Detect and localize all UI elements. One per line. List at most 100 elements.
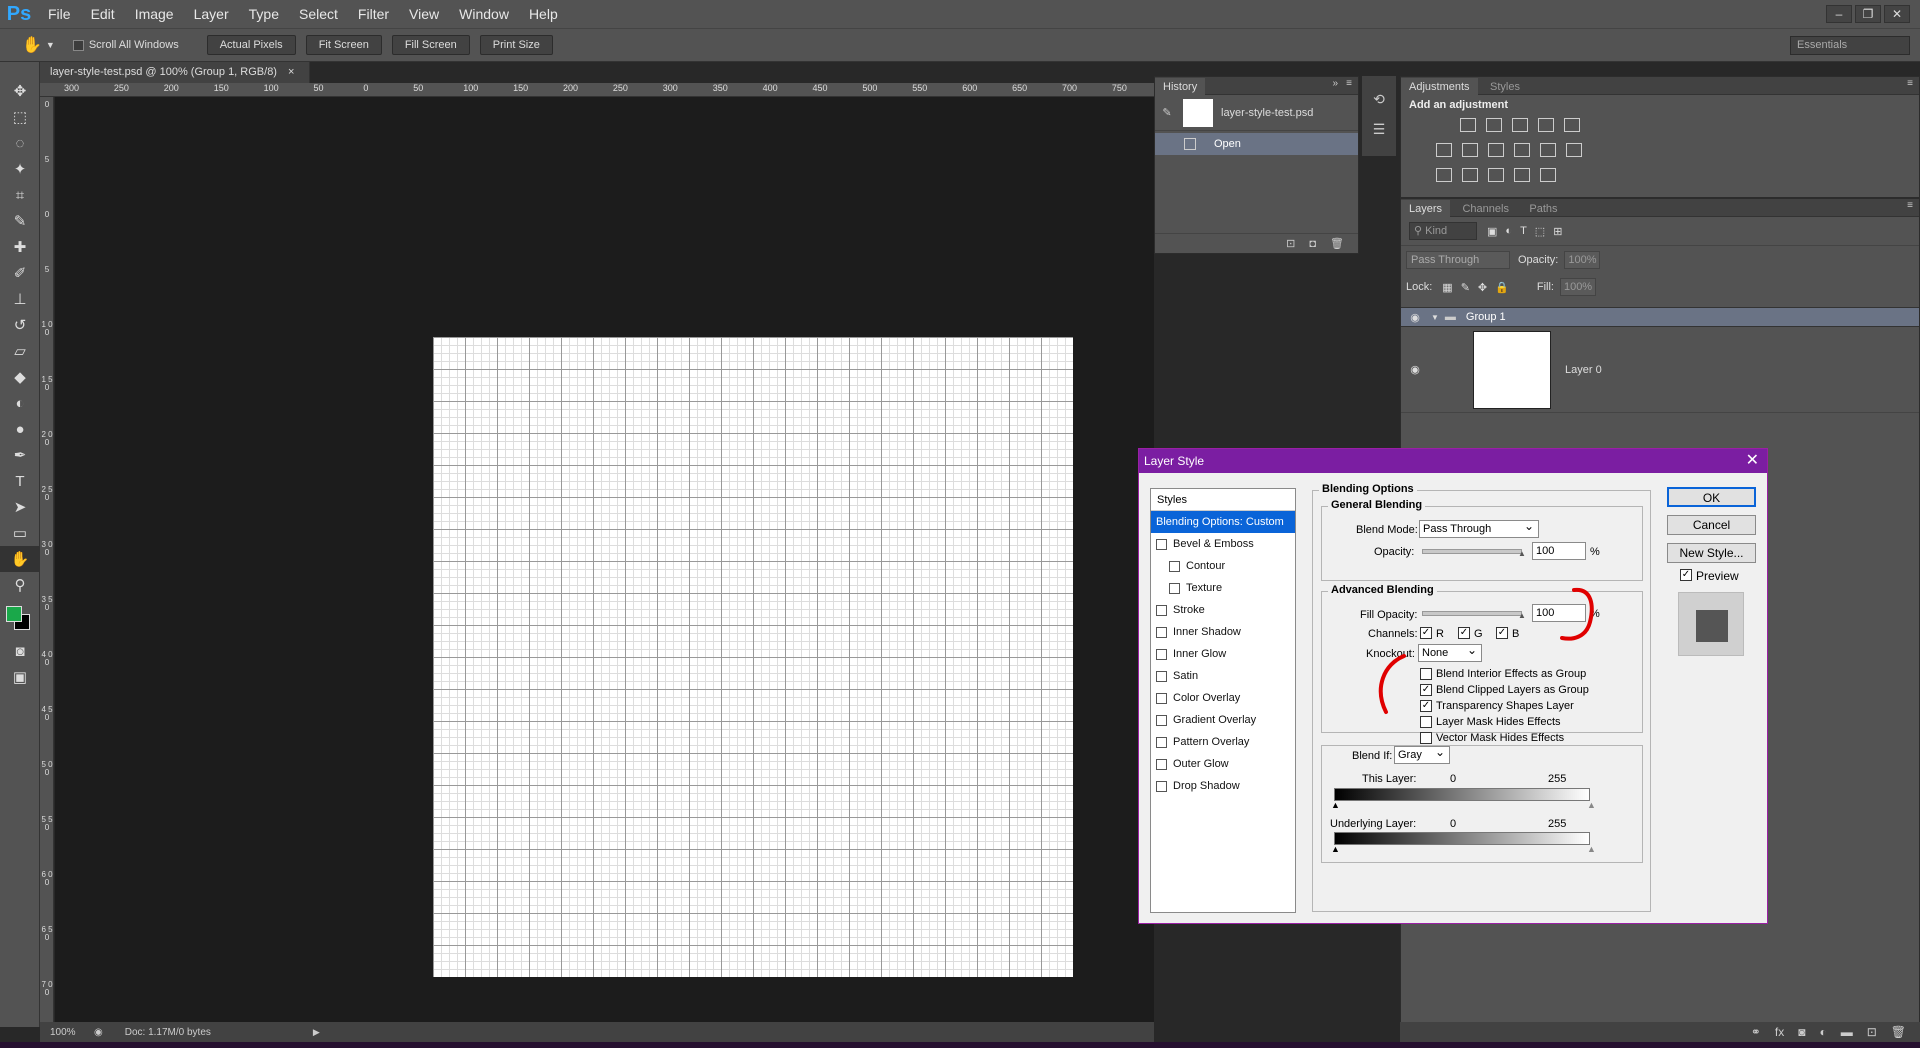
layer-blend-mode-select[interactable]: Pass Through (1406, 250, 1510, 269)
this-layer-gradient[interactable] (1334, 788, 1590, 801)
style-item-drop-shadow[interactable]: Drop Shadow (1151, 775, 1295, 797)
hand-tool-icon[interactable]: ✋ (0, 546, 40, 572)
option-checkbox[interactable] (1420, 668, 1432, 680)
path-selection-tool-icon[interactable]: ➤ (0, 494, 40, 520)
menu-type[interactable]: Type (239, 0, 289, 28)
eyedropper-tool-icon[interactable]: ✎ (0, 208, 40, 234)
marquee-tool-icon[interactable]: ⬚ (0, 104, 40, 130)
layer-row-group[interactable]: ◉ ▼ ▬ Group 1 (1401, 307, 1919, 327)
minimize-icon[interactable]: – (1826, 5, 1852, 23)
style-item-gradient-overlay[interactable]: Gradient Overlay (1151, 709, 1295, 731)
posterize-icon[interactable] (1462, 168, 1478, 182)
underlying-white-handle-icon[interactable]: ▲ (1587, 844, 1596, 854)
style-item-texture[interactable]: Texture (1151, 577, 1295, 599)
option-checkbox[interactable] (1420, 716, 1432, 728)
style-checkbox[interactable] (1156, 626, 1167, 638)
screen-mode-icon[interactable]: ▣ (0, 664, 40, 690)
menu-file[interactable]: File (38, 0, 81, 28)
style-checkbox[interactable] (1169, 560, 1180, 572)
threshold-icon[interactable] (1488, 168, 1504, 182)
panel-menu-icon[interactable]: ≡ (1907, 78, 1913, 89)
menu-image[interactable]: Image (125, 0, 184, 28)
style-item-blending-options-custom[interactable]: Blending Options: Custom (1151, 511, 1295, 533)
new-style-button[interactable]: New Style... (1667, 543, 1756, 563)
chevron-down-icon[interactable]: ▼ (46, 40, 55, 50)
scroll-all-checkbox[interactable] (72, 39, 84, 51)
style-item-inner-shadow[interactable]: Inner Shadow (1151, 621, 1295, 643)
fill-opacity-slider[interactable] (1422, 611, 1522, 616)
style-item-pattern-overlay[interactable]: Pattern Overlay (1151, 731, 1295, 753)
lasso-tool-icon[interactable]: ◌ (0, 130, 40, 156)
opacity-input[interactable]: 100 (1532, 542, 1586, 560)
underlying-layer-gradient[interactable] (1334, 832, 1590, 845)
underlying-black-handle-icon[interactable]: ▲ (1331, 844, 1340, 854)
filter-pixel-icon[interactable]: ▣ (1487, 225, 1497, 238)
tab-paths[interactable]: Paths (1521, 200, 1565, 218)
link-icon[interactable]: ⚭ (1751, 1025, 1761, 1039)
style-checkbox[interactable] (1156, 758, 1167, 770)
quick-mask-icon[interactable]: ◙ (0, 638, 40, 664)
vibrance-icon[interactable] (1564, 118, 1580, 132)
brightness-icon[interactable] (1460, 118, 1476, 132)
channel-mixer-icon[interactable] (1540, 143, 1556, 157)
style-item-color-overlay[interactable]: Color Overlay (1151, 687, 1295, 709)
tab-adjustments[interactable]: Adjustments (1401, 78, 1478, 96)
style-checkbox[interactable] (1156, 670, 1167, 682)
eraser-tool-icon[interactable]: ▱ (0, 338, 40, 364)
close-icon[interactable]: ✕ (1746, 449, 1759, 473)
style-item-bevel-emboss[interactable]: Bevel & Emboss (1151, 533, 1295, 555)
tab-channels[interactable]: Channels (1454, 200, 1516, 218)
document-canvas[interactable] (433, 337, 1073, 977)
lock-transparent-icon[interactable]: ▦ (1442, 281, 1452, 294)
visibility-eye-icon[interactable]: ◉ (1401, 311, 1429, 324)
mask-icon[interactable]: ◙ (1798, 1025, 1805, 1039)
zoom-level[interactable]: 100% (50, 1027, 90, 1038)
history-snapshot-row[interactable]: ✎ layer-style-test.psd (1155, 95, 1358, 131)
group-expand-icon[interactable]: ▼ (1431, 313, 1439, 322)
kind-filter-select[interactable]: ⚲ Kind (1409, 222, 1477, 240)
style-item-stroke[interactable]: Stroke (1151, 599, 1295, 621)
layer-row-layer0[interactable]: ◉ Layer 0 (1401, 327, 1919, 413)
photo-filter-icon[interactable] (1514, 143, 1530, 157)
magic-wand-tool-icon[interactable]: ✦ (0, 156, 40, 182)
new-group-icon[interactable]: ▬ (1841, 1025, 1853, 1039)
menu-layer[interactable]: Layer (184, 0, 239, 28)
workspace-select[interactable]: Essentials (1790, 35, 1910, 55)
fx-icon[interactable]: fx (1775, 1025, 1784, 1039)
collapse-icon[interactable]: » (1332, 78, 1338, 89)
opacity-slider[interactable] (1422, 549, 1522, 554)
styles-header[interactable]: Styles (1151, 489, 1295, 511)
gradient-map-icon[interactable] (1540, 168, 1556, 182)
this-layer-black-handle-icon[interactable]: ▲ (1331, 800, 1340, 810)
style-item-satin[interactable]: Satin (1151, 665, 1295, 687)
history-brush-source-icon[interactable]: ✎ (1155, 106, 1179, 119)
fill-screen-button[interactable]: Fill Screen (391, 35, 470, 55)
color-balance-icon[interactable] (1462, 143, 1478, 157)
style-checkbox[interactable] (1169, 582, 1180, 594)
close-window-icon[interactable]: ✕ (1884, 5, 1910, 23)
paint-bucket-tool-icon[interactable]: ◆ (0, 364, 40, 390)
selective-color-icon[interactable] (1514, 168, 1530, 182)
filter-adjustment-icon[interactable]: ◐ (1505, 225, 1512, 237)
levels-icon[interactable] (1486, 118, 1502, 132)
black-white-icon[interactable] (1488, 143, 1504, 157)
blend-mode-select[interactable]: Pass Through (1419, 518, 1539, 538)
dodge-tool-icon[interactable]: ● (0, 416, 40, 442)
menu-help[interactable]: Help (519, 0, 568, 28)
channel-g-checkbox[interactable]: ✓ (1458, 627, 1470, 639)
style-item-outer-glow[interactable]: Outer Glow (1151, 753, 1295, 775)
ok-button[interactable]: OK (1667, 487, 1756, 507)
exposure-icon[interactable] (1538, 118, 1554, 132)
style-checkbox[interactable] (1156, 736, 1167, 748)
filter-type-icon[interactable]: T (1520, 225, 1527, 237)
new-layer-icon[interactable]: ⊡ (1867, 1025, 1877, 1039)
brush-tool-icon[interactable]: ✐ (0, 260, 40, 286)
actual-pixels-button[interactable]: Actual Pixels (206, 35, 296, 55)
color-lookup-icon[interactable] (1566, 143, 1582, 157)
panel-menu-icon[interactable]: ≡ (1346, 78, 1352, 89)
lock-image-icon[interactable]: ✎ (1461, 281, 1470, 294)
adjustment-layer-icon[interactable]: ◐ (1819, 1025, 1826, 1039)
foreground-color-swatch[interactable] (6, 606, 22, 622)
panel-menu-icon[interactable]: ≡ (1907, 200, 1913, 211)
style-item-contour[interactable]: Contour (1151, 555, 1295, 577)
